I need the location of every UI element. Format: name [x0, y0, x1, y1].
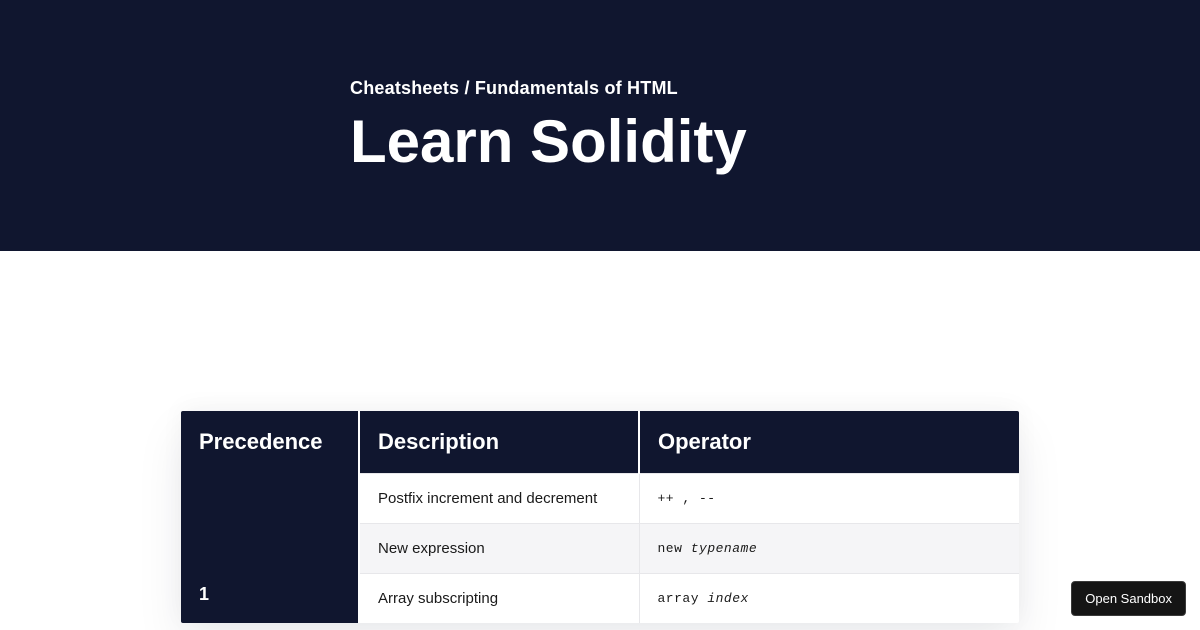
- precedence-table: Precedence Description Operator 1 Postfi…: [181, 411, 1019, 623]
- col-header-operator: Operator: [639, 411, 1019, 474]
- page-header: Cheatsheets / Fundamentals of HTML Learn…: [0, 0, 1200, 251]
- description-cell: Array subscripting: [359, 574, 639, 624]
- operator-cell: ++ , --: [639, 474, 1019, 524]
- operator-cell: new typename: [639, 524, 1019, 574]
- breadcrumb[interactable]: Cheatsheets / Fundamentals of HTML: [350, 78, 1200, 99]
- description-cell: Postfix increment and decrement: [359, 474, 639, 524]
- operator-cell: array index: [639, 574, 1019, 624]
- description-cell: New expression: [359, 524, 639, 574]
- col-header-description: Description: [359, 411, 639, 474]
- col-header-precedence: Precedence: [181, 411, 359, 474]
- table-header-row: Precedence Description Operator: [181, 411, 1019, 474]
- precedence-cell: 1: [181, 474, 359, 624]
- page-title: Learn Solidity: [350, 109, 1200, 175]
- content-area: Precedence Description Operator 1 Postfi…: [0, 251, 1200, 623]
- open-sandbox-button[interactable]: Open Sandbox: [1071, 581, 1186, 616]
- table-row: 1 Postfix increment and decrement ++ , -…: [181, 474, 1019, 524]
